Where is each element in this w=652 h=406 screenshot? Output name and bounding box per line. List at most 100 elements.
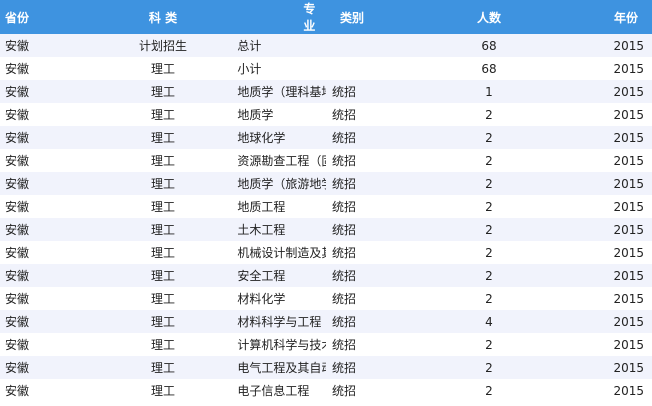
cell-year: 2015: [613, 176, 644, 191]
cell-major: 小计: [237, 62, 262, 76]
table-row: 安徽 理工 地质学（旅游地学） 统招 2 2015: [0, 172, 652, 195]
header-category: 科 类: [148, 10, 178, 25]
cell-major: 地质学（理科基地班）: [237, 85, 326, 99]
cell-category: 理工: [150, 269, 175, 283]
cell-province: 安徽: [5, 62, 30, 76]
cell-category: 理工: [150, 154, 175, 168]
cell-count: 2: [485, 153, 493, 168]
table-row: 安徽 理工 材料科学与工程 统招 4 2015: [0, 310, 652, 333]
cell-major: 机械设计制造及其自动化: [237, 246, 326, 260]
cell-category: 理工: [150, 131, 175, 145]
cell-year: 2015: [613, 314, 644, 329]
cell-province: 安徽: [5, 200, 30, 214]
cell-province: 安徽: [5, 292, 30, 306]
cell-type: 统招: [331, 131, 356, 145]
cell-major: 地质工程: [237, 200, 286, 214]
cell-category: 理工: [150, 361, 175, 375]
cell-province: 安徽: [5, 154, 30, 168]
table-row: 安徽 计划招生 总计 68 2015: [0, 34, 652, 57]
cell-category: 理工: [150, 223, 175, 237]
cell-major: 地质学: [237, 108, 274, 122]
cell-category: 理工: [150, 177, 175, 191]
header-major: 专 业: [303, 2, 316, 33]
cell-major: 资源勘查工程（固体矿产）: [237, 154, 326, 168]
cell-category: 理工: [150, 384, 175, 398]
cell-province: 安徽: [5, 39, 30, 53]
cell-count: 1: [485, 84, 493, 99]
cell-year: 2015: [613, 245, 644, 260]
cell-year: 2015: [613, 199, 644, 214]
cell-type: 统招: [331, 338, 356, 352]
table-row: 安徽 理工 地质工程 统招 2 2015: [0, 195, 652, 218]
header-type: 类别: [339, 10, 364, 25]
table-row: 安徽 理工 地质学 统招 2 2015: [0, 103, 652, 126]
cell-year: 2015: [613, 360, 644, 375]
cell-category: 理工: [150, 246, 175, 260]
cell-province: 安徽: [5, 85, 30, 99]
header-province: 省份: [5, 10, 30, 25]
table-row: 安徽 理工 安全工程 统招 2 2015: [0, 264, 652, 287]
cell-type: 统招: [331, 108, 356, 122]
cell-type: 统招: [331, 246, 356, 260]
cell-count: 2: [485, 383, 493, 398]
table-row: 安徽 理工 土木工程 统招 2 2015: [0, 218, 652, 241]
header-count: 人数: [476, 10, 501, 25]
table-row: 安徽 理工 资源勘查工程（固体矿产） 统招 2 2015: [0, 149, 652, 172]
header-year: 年份: [613, 10, 638, 25]
cell-type: 统招: [331, 361, 356, 375]
cell-province: 安徽: [5, 361, 30, 375]
cell-major: 地质学（旅游地学）: [237, 177, 326, 191]
table-row: 安徽 理工 材料化学 统招 2 2015: [0, 287, 652, 310]
cell-count: 2: [485, 199, 493, 214]
cell-type: [326, 34, 435, 57]
cell-province: 安徽: [5, 177, 30, 191]
cell-type: 统招: [331, 292, 356, 306]
cell-category: 理工: [150, 338, 175, 352]
table-row: 安徽 理工 小计 68 2015: [0, 57, 652, 80]
cell-type: 统招: [331, 269, 356, 283]
cell-major: 总计: [237, 39, 262, 53]
cell-count: 2: [485, 337, 493, 352]
table-row: 安徽 理工 电气工程及其自动化 统招 2 2015: [0, 356, 652, 379]
cell-count: 2: [485, 268, 493, 283]
admission-plan-table: 省份 科 类 专 业 类别 人数 年份 安徽 计划招生 总计 68 2015 安…: [0, 0, 652, 402]
cell-category: 理工: [150, 62, 175, 76]
cell-major: 地球化学: [237, 131, 286, 145]
table-row: 安徽 理工 地质学（理科基地班） 统招 1 2015: [0, 80, 652, 103]
table-header-row: 省份 科 类 专 业 类别 人数 年份: [0, 0, 652, 34]
cell-count: 68: [481, 61, 497, 76]
table-row: 安徽 理工 电子信息工程 统招 2 2015: [0, 379, 652, 402]
cell-province: 安徽: [5, 338, 30, 352]
cell-major: 材料化学: [237, 292, 286, 306]
cell-count: 2: [485, 176, 493, 191]
cell-major: 电气工程及其自动化: [237, 361, 326, 375]
cell-year: 2015: [613, 84, 644, 99]
cell-type: 统招: [331, 315, 356, 329]
cell-major: 安全工程: [237, 269, 286, 283]
cell-year: 2015: [613, 61, 644, 76]
cell-major: 土木工程: [237, 223, 286, 237]
cell-major: 电子信息工程: [237, 384, 310, 398]
cell-province: 安徽: [5, 246, 30, 260]
cell-year: 2015: [613, 268, 644, 283]
cell-major: 材料科学与工程: [237, 315, 322, 329]
cell-year: 2015: [613, 291, 644, 306]
cell-year: 2015: [613, 383, 644, 398]
cell-year: 2015: [613, 222, 644, 237]
cell-province: 安徽: [5, 131, 30, 145]
cell-type: 统招: [331, 85, 356, 99]
cell-count: 68: [481, 38, 497, 53]
cell-count: 2: [485, 130, 493, 145]
cell-year: 2015: [613, 337, 644, 352]
cell-count: 2: [485, 107, 493, 122]
cell-year: 2015: [613, 38, 644, 53]
cell-category: 计划招生: [138, 39, 187, 53]
cell-category: 理工: [150, 315, 175, 329]
cell-category: 理工: [150, 200, 175, 214]
cell-type: 统招: [331, 177, 356, 191]
table-row: 安徽 理工 地球化学 统招 2 2015: [0, 126, 652, 149]
table-row: 安徽 理工 计算机科学与技术 统招 2 2015: [0, 333, 652, 356]
cell-province: 安徽: [5, 315, 30, 329]
cell-count: 2: [485, 291, 493, 306]
cell-type: 统招: [331, 200, 356, 214]
